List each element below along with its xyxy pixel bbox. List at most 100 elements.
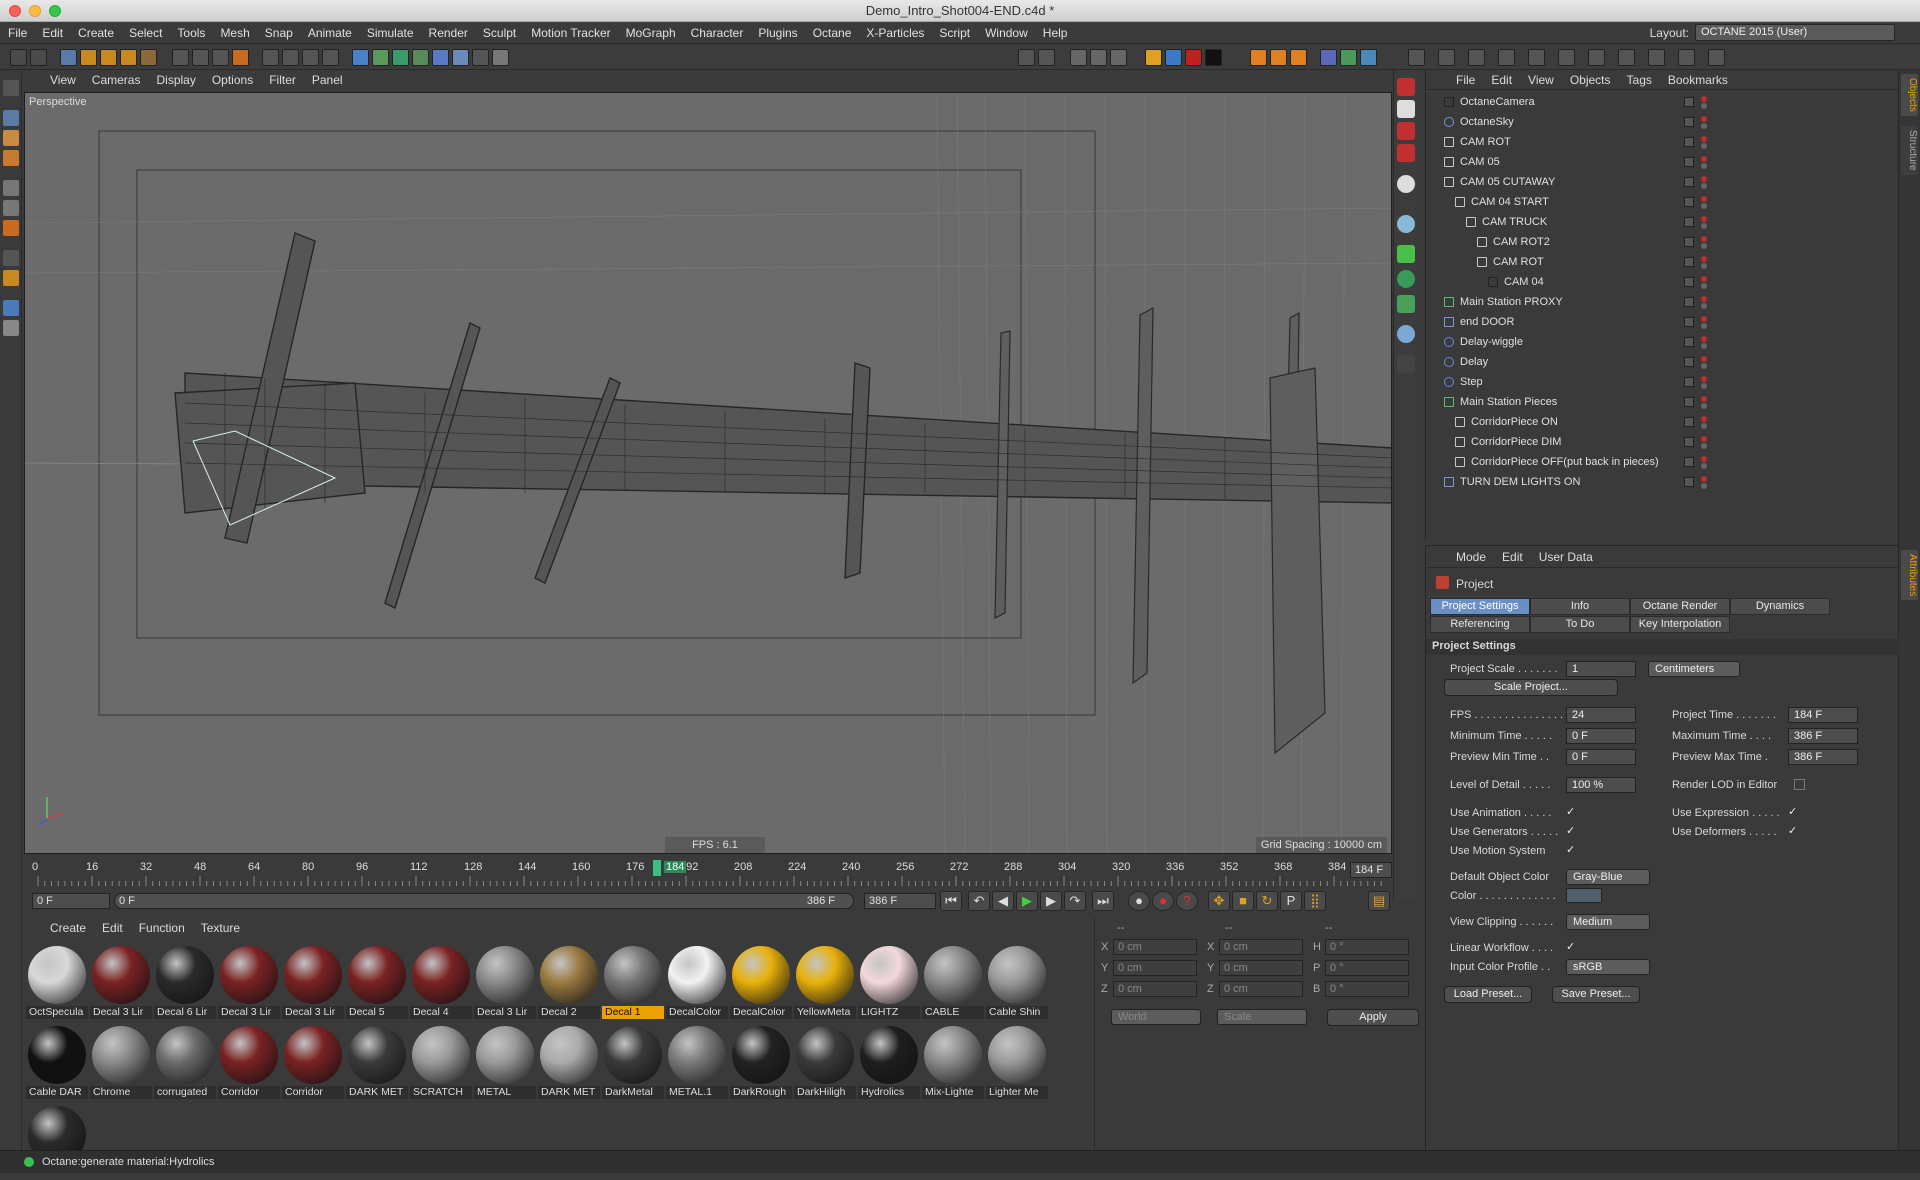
render-picture-viewer-icon[interactable] xyxy=(302,49,319,66)
end-frame-field[interactable]: 386 F xyxy=(864,893,936,909)
light-icon[interactable] xyxy=(492,49,509,66)
current-frame-field[interactable]: 184 F xyxy=(1350,862,1392,878)
tweak-mode-icon[interactable] xyxy=(3,270,19,286)
render-visibility-icon[interactable] xyxy=(1701,423,1707,429)
editor-visibility-icon[interactable] xyxy=(1701,96,1707,102)
editor-visibility-icon[interactable] xyxy=(1701,156,1707,162)
object-row[interactable]: CorridorPiece ON xyxy=(1426,412,1899,432)
object-row[interactable]: CAM ROT2 xyxy=(1426,232,1899,252)
object-row[interactable]: CAM 05 xyxy=(1426,152,1899,172)
material-swatch[interactable]: DarkHiligh xyxy=(794,1024,856,1100)
editor-visibility-icon[interactable] xyxy=(1701,196,1707,202)
octane-stop-icon[interactable] xyxy=(1205,49,1222,66)
viewport-menu-view[interactable]: View xyxy=(50,73,76,87)
material-swatch[interactable]: Lighter Me xyxy=(986,1024,1048,1100)
editor-visibility-icon[interactable] xyxy=(1701,376,1707,382)
material-swatch[interactable]: METAL xyxy=(474,1024,536,1100)
viewport-menu-panel[interactable]: Panel xyxy=(312,73,343,87)
render-visibility-icon[interactable] xyxy=(1701,103,1707,109)
render-visibility-icon[interactable] xyxy=(1701,403,1707,409)
material-swatch[interactable]: DARK MET xyxy=(538,1024,600,1100)
pen-icon[interactable] xyxy=(372,49,389,66)
material-swatch[interactable]: OctSpecula xyxy=(26,944,88,1020)
render-visibility-icon[interactable] xyxy=(1701,363,1707,369)
key-parameter-icon[interactable]: P xyxy=(1280,891,1302,911)
coord-field[interactable]: 0 cm xyxy=(1219,939,1303,955)
tab-octane-render[interactable]: Octane Render xyxy=(1630,598,1730,615)
step-back-icon[interactable]: ◀ xyxy=(992,891,1014,911)
preview-min-field[interactable]: 0 F xyxy=(1566,749,1636,765)
scale-icon[interactable] xyxy=(100,49,117,66)
cube-icon[interactable] xyxy=(352,49,369,66)
rotate-icon[interactable] xyxy=(120,49,137,66)
attr-menu-mode[interactable]: Mode xyxy=(1456,550,1486,564)
octane-settings-icon[interactable] xyxy=(1165,49,1182,66)
move-icon[interactable] xyxy=(80,49,97,66)
octane-daylight-icon[interactable] xyxy=(1397,325,1415,343)
go-to-start-icon[interactable]: ⏮ xyxy=(940,891,962,911)
linear-workflow-checkbox[interactable]: ✓ xyxy=(1566,942,1577,953)
render-visibility-icon[interactable] xyxy=(1701,203,1707,209)
material-swatch[interactable]: Decal 2 xyxy=(538,944,600,1020)
material-swatch[interactable]: Decal 3 Lir xyxy=(474,944,536,1020)
menu-create[interactable]: Create xyxy=(78,26,114,40)
object-row[interactable]: CAM 04 xyxy=(1426,272,1899,292)
editor-visibility-icon[interactable] xyxy=(1701,336,1707,342)
min-time-field[interactable]: 0 F xyxy=(1566,728,1636,744)
use-generators-checkbox[interactable]: ✓ xyxy=(1566,826,1577,837)
coord-field[interactable]: 0 cm xyxy=(1113,981,1197,997)
menu-octane[interactable]: Octane xyxy=(813,26,852,40)
next-key-icon[interactable]: ↷ xyxy=(1064,891,1086,911)
use-motion-system-checkbox[interactable]: ✓ xyxy=(1566,845,1577,856)
render-visibility-icon[interactable] xyxy=(1701,183,1707,189)
display-mode-icon[interactable] xyxy=(1070,49,1087,66)
menu-tools[interactable]: Tools xyxy=(177,26,205,40)
close-window-button[interactable] xyxy=(9,5,21,17)
make-editable-icon[interactable] xyxy=(3,80,19,96)
material-swatch[interactable]: Decal 6 Lir xyxy=(154,944,216,1020)
go-to-end-icon[interactable]: ⏭ xyxy=(1092,891,1114,911)
project-time-field[interactable]: 184 F xyxy=(1788,707,1858,723)
render-visibility-icon[interactable] xyxy=(1701,223,1707,229)
object-row[interactable]: CAM ROT xyxy=(1426,252,1899,272)
coord-field[interactable]: 0 ° xyxy=(1325,981,1409,997)
material-menu-edit[interactable]: Edit xyxy=(102,921,123,935)
tab-project-settings[interactable]: Project Settings xyxy=(1430,598,1530,615)
menu-simulate[interactable]: Simulate xyxy=(367,26,414,40)
editor-visibility-icon[interactable] xyxy=(1701,176,1707,182)
viewport-menu-options[interactable]: Options xyxy=(212,73,253,87)
tab-info[interactable]: Info xyxy=(1530,598,1630,615)
layer-icon[interactable] xyxy=(1684,357,1694,367)
editor-visibility-icon[interactable] xyxy=(1701,216,1707,222)
object-menu-bookmarks[interactable]: Bookmarks xyxy=(1668,73,1728,87)
scale-project-button[interactable]: Scale Project... xyxy=(1444,679,1618,696)
layer-icon[interactable] xyxy=(1684,117,1694,127)
material-swatch[interactable]: Decal 5 xyxy=(346,944,408,1020)
object-row[interactable]: TURN DEM LIGHTS ON xyxy=(1426,472,1899,492)
render-lod-checkbox[interactable] xyxy=(1794,779,1805,790)
material-swatch[interactable]: Decal 3 Lir xyxy=(218,944,280,1020)
render-view-icon[interactable] xyxy=(262,49,279,66)
layout-icon-9[interactable] xyxy=(1648,49,1665,66)
live-selection-icon[interactable] xyxy=(60,49,77,66)
object-row[interactable]: Delay xyxy=(1426,352,1899,372)
layer-icon[interactable] xyxy=(1684,157,1694,167)
use-deformers-checkbox[interactable]: ✓ xyxy=(1788,826,1799,837)
coordinate-system-icon[interactable] xyxy=(232,49,249,66)
layer-icon[interactable] xyxy=(1684,217,1694,227)
octane-light-tool-icon[interactable] xyxy=(1397,100,1415,118)
material-swatch[interactable]: CABLE xyxy=(922,944,984,1020)
use-expression-checkbox[interactable]: ✓ xyxy=(1788,807,1799,818)
gear-icon[interactable] xyxy=(1038,49,1055,66)
menu-window[interactable]: Window xyxy=(985,26,1028,40)
layer-icon[interactable] xyxy=(1684,377,1694,387)
layout-select[interactable]: OCTANE 2015 (User) xyxy=(1695,24,1895,41)
layout-icon-6[interactable] xyxy=(1558,49,1575,66)
material-swatch[interactable]: corrugated xyxy=(154,1024,216,1100)
lock-workplane-icon[interactable] xyxy=(3,320,19,336)
apply-button[interactable]: Apply xyxy=(1327,1009,1419,1026)
subdivision-icon[interactable] xyxy=(392,49,409,66)
keyframe-selection-icon[interactable]: ? xyxy=(1176,891,1198,911)
render-visibility-icon[interactable] xyxy=(1701,263,1707,269)
shading-icon[interactable] xyxy=(1090,49,1107,66)
